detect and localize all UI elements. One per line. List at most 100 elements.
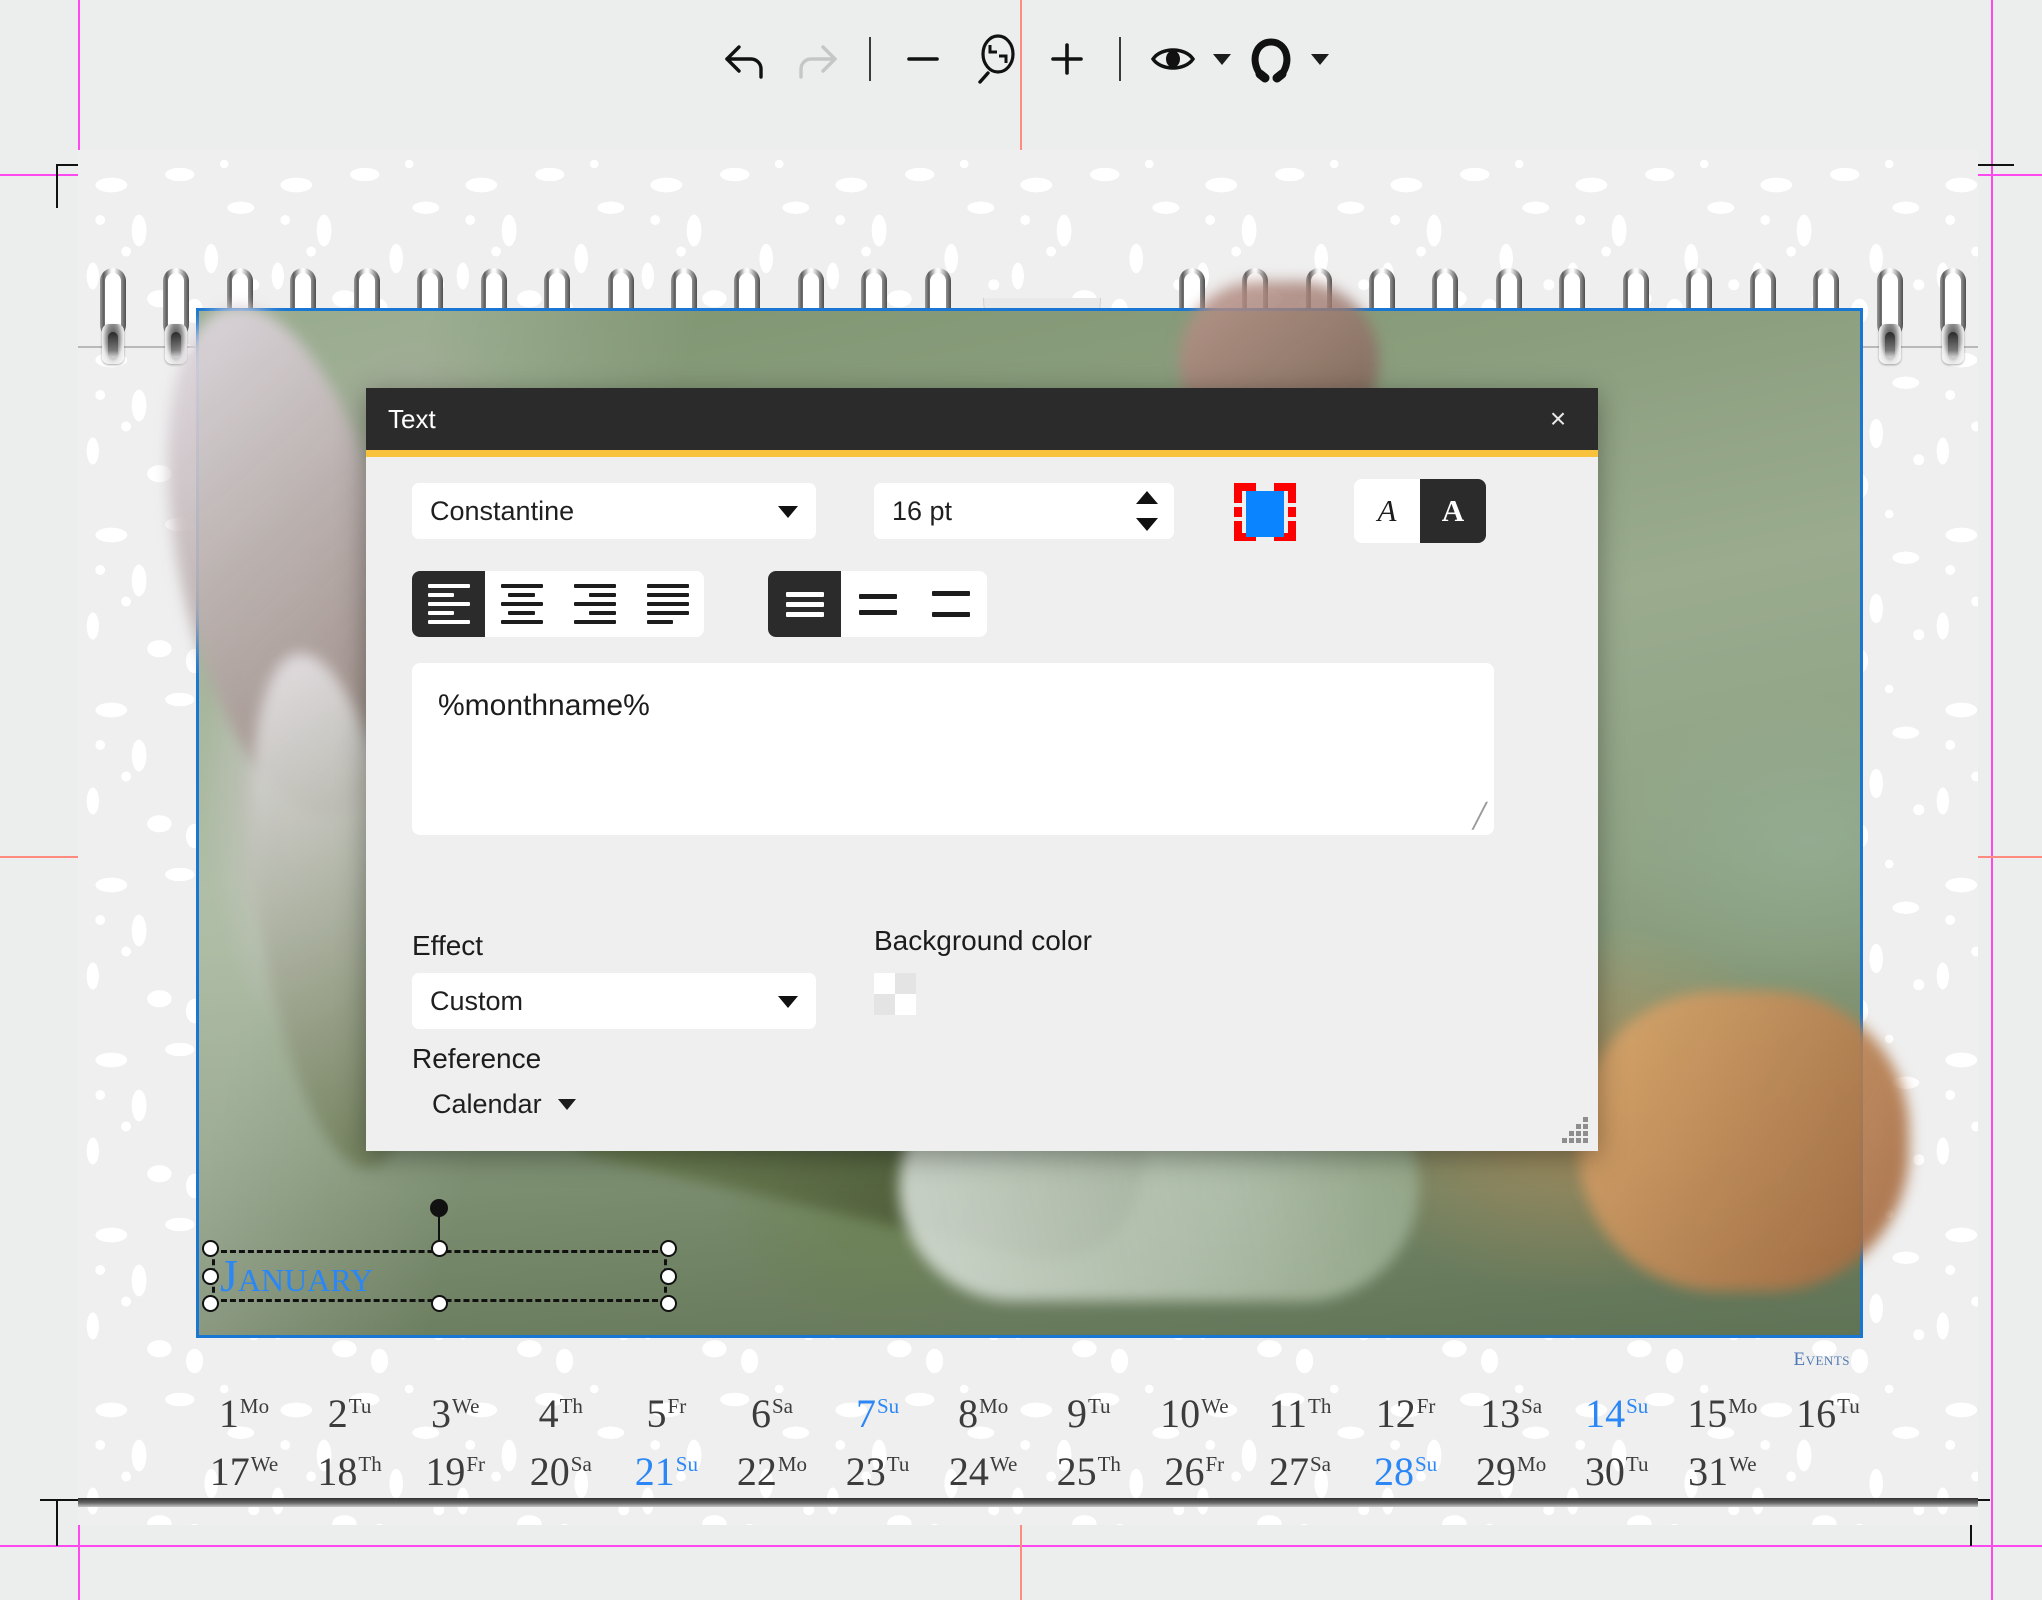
line-spacing-medium-button[interactable]: [841, 571, 914, 637]
events-label: Events: [1793, 1349, 1850, 1370]
calendar-day-cell[interactable]: 5Fr: [618, 1390, 714, 1437]
calendar-day-cell[interactable]: 27Sa: [1252, 1448, 1348, 1495]
text-color-chip: [1246, 491, 1284, 537]
calendar-day-cell[interactable]: 31We: [1674, 1448, 1770, 1495]
weekday-abbrev: Tu: [1087, 1393, 1111, 1418]
text-color-swatch[interactable]: [1232, 479, 1298, 545]
font-family-select[interactable]: Constantine: [412, 483, 816, 539]
calendar-day-cell[interactable]: 2Tu: [302, 1390, 398, 1437]
calendar-day-cell[interactable]: 8Mo: [935, 1390, 1031, 1437]
snap-dropdown-button[interactable]: [1307, 23, 1333, 95]
app-canvas: Events January 1Mo 2Tu 3We 4Th 5Fr 6Sa 7Su 8Mo 9…: [0, 0, 2042, 1600]
background-color-label: Background color: [874, 925, 1092, 956]
weekday-abbrev: Sa: [1309, 1451, 1331, 1476]
handle-bottom-center[interactable]: [431, 1295, 448, 1312]
calendar-day-cell[interactable]: 1Mo: [196, 1390, 292, 1437]
dialog-titlebar[interactable]: Text ×: [366, 388, 1598, 450]
background-color-swatch[interactable]: [874, 973, 916, 1015]
bold-button[interactable]: A: [1420, 479, 1486, 543]
weekday-abbrev: Su: [876, 1393, 900, 1418]
handle-bottom-left[interactable]: [202, 1295, 219, 1312]
calendar-day-cell[interactable]: 26Fr: [1146, 1448, 1242, 1495]
weekday-abbrev: Th: [559, 1393, 583, 1418]
calendar-day-cell[interactable]: 23Tu: [830, 1448, 926, 1495]
handle-middle-right[interactable]: [660, 1268, 677, 1285]
calendar-day-cell[interactable]: 9Tu: [1041, 1390, 1137, 1437]
calendar-day-cell[interactable]: 16Tu: [1780, 1390, 1876, 1437]
handle-top-left[interactable]: [202, 1240, 219, 1257]
calendar-day-cell[interactable]: 11Th: [1252, 1390, 1348, 1437]
calendar-row-2: 17We 18Th 19Fr 20Sa 21Su 22Mo 23Tu 24We 25Th 26Fr…: [196, 1448, 1876, 1506]
italic-button[interactable]: A: [1354, 479, 1420, 543]
line-spacing-loose-button[interactable]: [914, 571, 987, 637]
preview-eye-icon: [1150, 48, 1196, 70]
align-center-button[interactable]: [485, 571, 558, 637]
ring-hole: [1878, 324, 1901, 364]
undo-button[interactable]: [709, 23, 781, 95]
align-right-button[interactable]: [558, 571, 631, 637]
calendar-day-cell[interactable]: 21Su: [618, 1448, 714, 1495]
font-size-stepper[interactable]: 16 pt: [874, 483, 1174, 539]
preview-dropdown-button[interactable]: [1209, 23, 1235, 95]
redo-button[interactable]: [781, 23, 853, 95]
text-properties-dialog[interactable]: Text × Constantine 16 pt A A %monthname%…: [366, 388, 1598, 1151]
align-left-button[interactable]: [412, 571, 485, 637]
undo-icon: [725, 45, 763, 79]
calendar-day-cell[interactable]: 25Th: [1041, 1448, 1137, 1495]
calendar-day-cell[interactable]: 19Fr: [407, 1448, 503, 1495]
calendar-day-cell[interactable]: 15Mo: [1674, 1390, 1770, 1437]
calendar-days-strip[interactable]: 1Mo 2Tu 3We 4Th 5Fr 6Sa 7Su 8Mo 9Tu 10We 11Th 12Fr 1…: [196, 1390, 1876, 1510]
calendar-day-cell[interactable]: 6Sa: [724, 1390, 820, 1437]
handle-top-center[interactable]: [431, 1240, 448, 1257]
calendar-day-cell[interactable]: 3We: [407, 1390, 503, 1437]
calendar-day-cell[interactable]: 14Su: [1569, 1390, 1665, 1437]
spinner-up-icon[interactable]: [1136, 491, 1158, 504]
spinner-down-icon[interactable]: [1136, 518, 1158, 531]
weekday-abbrev: We: [989, 1451, 1018, 1476]
align-justify-icon: [646, 584, 689, 624]
calendar-day-cell[interactable]: 12Fr: [1358, 1390, 1454, 1437]
crop-mark-bl-v: [56, 1500, 58, 1546]
calendar-day-cell[interactable]: 13Sa: [1463, 1390, 1559, 1437]
weekday-abbrev: Tu: [1625, 1451, 1649, 1476]
text-content-textarea[interactable]: %monthname% ╱: [412, 663, 1494, 835]
calendar-day-cell[interactable]: 17We: [196, 1448, 292, 1495]
calendar-day-cell[interactable]: 29Mo: [1463, 1448, 1559, 1495]
alignment-group: [412, 571, 704, 637]
calendar-day-cell[interactable]: 22Mo: [724, 1448, 820, 1495]
calendar-day-cell[interactable]: 20Sa: [513, 1448, 609, 1495]
dialog-body: Constantine 16 pt A A %monthname% ╱ Effe…: [366, 457, 1598, 1151]
weekday-abbrev: Fr: [1205, 1451, 1225, 1476]
calendar-day-cell[interactable]: 28Su: [1358, 1448, 1454, 1495]
close-icon[interactable]: ×: [1526, 388, 1590, 450]
effect-select[interactable]: Custom: [412, 973, 816, 1029]
calendar-day-cell[interactable]: 24We: [935, 1448, 1031, 1495]
weekday-abbrev: Tu: [1837, 1393, 1860, 1418]
ring-hole: [102, 324, 124, 364]
dialog-resize-grip[interactable]: [1562, 1117, 1588, 1143]
calendar-day-cell[interactable]: 4Th: [513, 1390, 609, 1437]
reference-select[interactable]: Calendar: [432, 1089, 576, 1120]
weekday-abbrev: We: [250, 1451, 279, 1476]
weekday-abbrev: Su: [1414, 1451, 1438, 1476]
month-title-selection[interactable]: January: [202, 1199, 677, 1312]
handle-top-right[interactable]: [660, 1240, 677, 1257]
line-spacing-tight-button[interactable]: [768, 571, 841, 637]
calendar-day-cell[interactable]: 18Th: [302, 1448, 398, 1495]
rotation-handle[interactable]: [430, 1199, 448, 1217]
align-justify-button[interactable]: [631, 571, 704, 637]
textarea-resize-handle[interactable]: ╱: [1473, 802, 1487, 831]
calendar-day-cell[interactable]: 7Su: [830, 1390, 926, 1437]
calendar-day-cell[interactable]: 30Tu: [1569, 1448, 1665, 1495]
weekday-abbrev: Mo: [239, 1393, 270, 1418]
preview-button[interactable]: [1137, 23, 1209, 95]
font-family-value: Constantine: [430, 495, 575, 526]
handle-middle-left[interactable]: [202, 1268, 219, 1285]
snap-button[interactable]: [1235, 23, 1307, 95]
month-title-text[interactable]: January: [220, 1250, 675, 1302]
calendar-day-cell[interactable]: 10We: [1146, 1390, 1242, 1437]
weekday-abbrev: Th: [358, 1451, 382, 1476]
zoom-out-button[interactable]: [887, 23, 959, 95]
handle-bottom-right[interactable]: [660, 1295, 677, 1312]
zoom-in-button[interactable]: [1031, 23, 1103, 95]
